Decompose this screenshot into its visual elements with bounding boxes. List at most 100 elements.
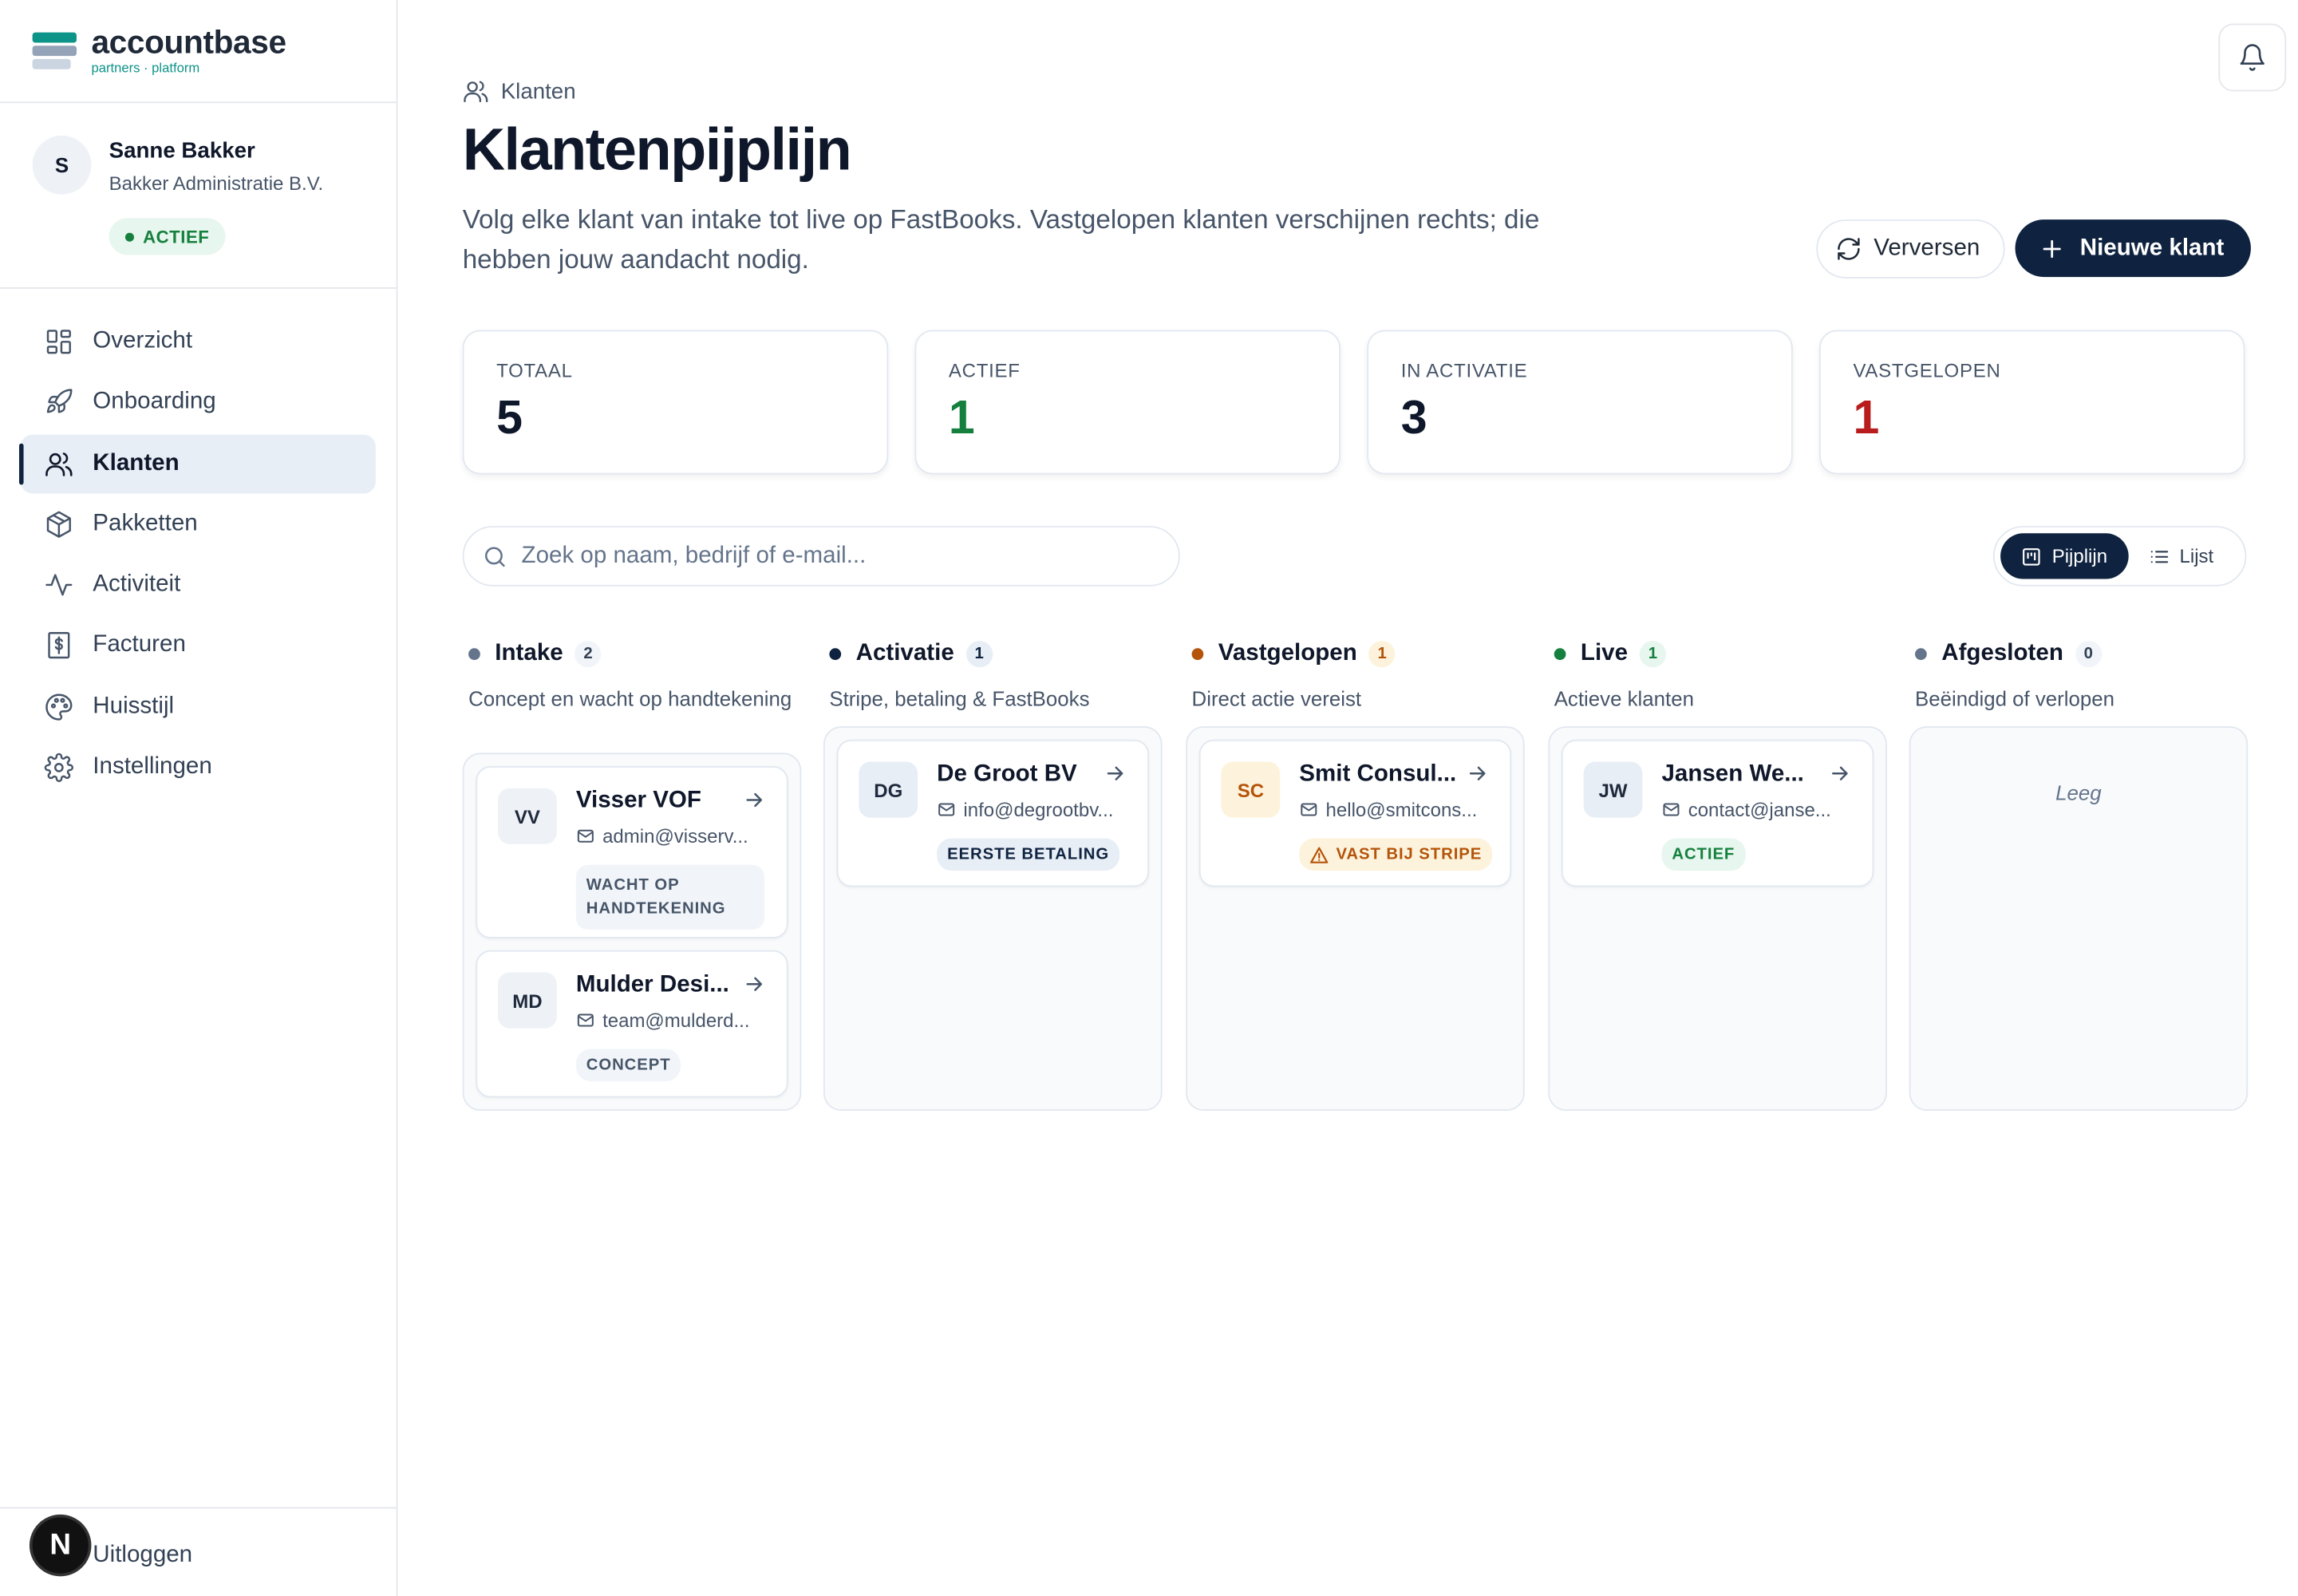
activity-icon [44, 571, 73, 600]
pipeline-column-intake: Intake 2 Concept en wacht op handtekenin… [462, 637, 802, 1112]
sidebar-item-overzicht[interactable]: Overzicht [21, 312, 376, 371]
user-org: Bakker Administratie B.V. [109, 172, 324, 195]
stat-label: IN ACTIVATIE [1400, 359, 1528, 382]
client-name: Visser VOF [575, 788, 701, 814]
brand-logo-icon [32, 31, 77, 70]
mail-icon [1299, 800, 1318, 819]
avatar: S [32, 135, 92, 195]
sidebar-item-label: Facturen [93, 632, 186, 658]
sidebar-item-onboarding[interactable]: Onboarding [21, 373, 376, 433]
client-name: Smit Consul... [1299, 761, 1457, 787]
new-client-button[interactable]: Nieuwe klant [2015, 219, 2251, 278]
gear-icon [44, 753, 73, 783]
column-status-dot [829, 648, 842, 661]
stat-card-in-activatie: IN ACTIVATIE 3 [1367, 330, 1793, 475]
sidebar-item-pakketten[interactable]: Pakketten [21, 495, 376, 554]
client-email: contact@janse... [1661, 799, 1867, 820]
search-input[interactable] [521, 543, 1140, 570]
stat-value: 5 [496, 390, 523, 444]
client-card[interactable]: DG De Groot BV info@degrootbv... EERSTE … [836, 739, 1150, 887]
client-email: hello@smitcons... [1299, 799, 1505, 820]
client-card[interactable]: SC Smit Consul... hello@smitcons... VAST… [1198, 739, 1512, 887]
view-toggle: Pijplijn Lijst [1992, 526, 2247, 587]
view-toggle-board[interactable]: Pijplijn [2000, 533, 2128, 579]
sidebar-item-label: Klanten [93, 450, 180, 476]
column-title: Intake [495, 641, 563, 666]
stat-label: VASTGELOPEN [1853, 359, 2001, 382]
client-avatar: JW [1583, 761, 1643, 818]
dev-tools-badge[interactable]: N [29, 1514, 92, 1577]
arrow-right-icon[interactable] [1104, 761, 1127, 785]
column-description: Concept en wacht op handtekening [468, 686, 792, 710]
brand[interactable]: accountbase partners · platform [0, 0, 397, 104]
status-badge: WACHT OP HANDTEKENING [575, 864, 765, 930]
refresh-label: Verversen [1874, 235, 1980, 261]
bell-icon [2237, 43, 2267, 73]
page-subtitle: Volg elke klant van intake tot live op F… [462, 204, 1540, 275]
search-icon [482, 543, 508, 569]
client-avatar: DG [859, 761, 918, 818]
user-card: S Sanne Bakker Bakker Administratie B.V.… [0, 103, 397, 289]
new-client-label: Nieuwe klant [2079, 235, 2225, 260]
main-content: Klanten Klantenpijplijn Volg elke klant … [397, 0, 2298, 1596]
arrow-right-icon[interactable] [1828, 761, 1852, 785]
rocket-icon [44, 388, 73, 417]
grid-icon [44, 327, 73, 357]
client-card[interactable]: JW Jansen We... contact@janse... ACTIEF [1561, 739, 1874, 887]
sidebar-item-label: Pakketten [93, 511, 198, 536]
logout-area: N Uitloggen [0, 1507, 397, 1596]
stat-value: 1 [1853, 390, 1880, 444]
column-status-dot [1191, 648, 1204, 661]
logout-button[interactable]: Uitloggen [93, 1543, 192, 1569]
status-badge: ACTIEF [109, 218, 226, 255]
sidebar-item-instellingen[interactable]: Instellingen [21, 738, 376, 797]
sidebar-item-huisstijl[interactable]: Huisstijl [21, 678, 376, 737]
view-toggle-list[interactable]: Lijst [2128, 533, 2234, 579]
sidebar-item-label: Onboarding [93, 389, 216, 415]
client-email: info@degrootbv... [937, 799, 1143, 820]
sidebar: accountbase partners · platform S Sanne … [0, 0, 398, 1596]
client-name: De Groot BV [937, 761, 1077, 787]
client-name: Mulder Desi... [575, 972, 729, 998]
plus-icon [2039, 235, 2065, 261]
column-count: 1 [1368, 641, 1396, 668]
stat-card-totaal: TOTAAL 5 [462, 330, 889, 475]
column-body: SC Smit Consul... hello@smitcons... VAST… [1186, 726, 1525, 1112]
pipeline-column-afgesloten: Afgesloten 0 Beëindigd of verlopen Leeg [1909, 637, 2249, 1112]
column-title: Afgesloten [1941, 641, 2063, 666]
status-badge: EERSTE BETALING [937, 838, 1120, 871]
column-count: 1 [965, 641, 993, 668]
sidebar-item-activiteit[interactable]: Activiteit [21, 555, 376, 614]
palette-icon [44, 692, 73, 721]
client-card[interactable]: VV Visser VOF admin@visserv... WACHT OP … [476, 766, 788, 939]
arrow-right-icon[interactable] [742, 788, 766, 812]
column-title: Live [1580, 641, 1629, 666]
arrow-right-icon[interactable] [742, 972, 766, 996]
status-badge: ACTIEF [1661, 838, 1746, 871]
status-badge: VAST BIJ STRIPE [1299, 838, 1493, 871]
stat-label: TOTAAL [496, 359, 573, 382]
sidebar-item-label: Overzicht [93, 328, 193, 354]
users-icon [44, 448, 73, 478]
arrow-right-icon[interactable] [1466, 761, 1490, 785]
user-name: Sanne Bakker [109, 138, 255, 164]
pipeline-column-live: Live 1 Actieve klanten JW Jansen We... c… [1548, 637, 1887, 1112]
mail-icon [1661, 800, 1680, 819]
sidebar-item-klanten[interactable]: Klanten [19, 433, 376, 493]
sidebar-item-label: Activiteit [93, 571, 181, 598]
page-title: Klantenpijplijn [462, 117, 852, 183]
column-body: JW Jansen We... contact@janse... ACTIEF [1548, 726, 1887, 1112]
column-title: Vastgelopen [1218, 641, 1357, 666]
column-body: Leeg [1909, 726, 2249, 1112]
view-toggle-board-label: Pijplijn [2051, 545, 2108, 567]
refresh-button[interactable]: Verversen [1816, 219, 2005, 279]
column-body: DG De Groot BV info@degrootbv... EERSTE … [823, 726, 1163, 1112]
notifications-button[interactable] [2218, 23, 2287, 92]
mail-icon [576, 827, 595, 846]
sidebar-item-label: Huisstijl [93, 693, 175, 719]
stat-card-actief: ACTIEF 1 [914, 330, 1341, 475]
stats-row: TOTAAL 5 ACTIEF 1 IN ACTIVATIE 3 VASTGEL… [462, 330, 2245, 475]
client-card[interactable]: MD Mulder Desi... team@mulderd... CONCEP… [476, 950, 788, 1098]
client-name: Jansen We... [1661, 761, 1804, 787]
sidebar-item-facturen[interactable]: Facturen [21, 617, 376, 676]
